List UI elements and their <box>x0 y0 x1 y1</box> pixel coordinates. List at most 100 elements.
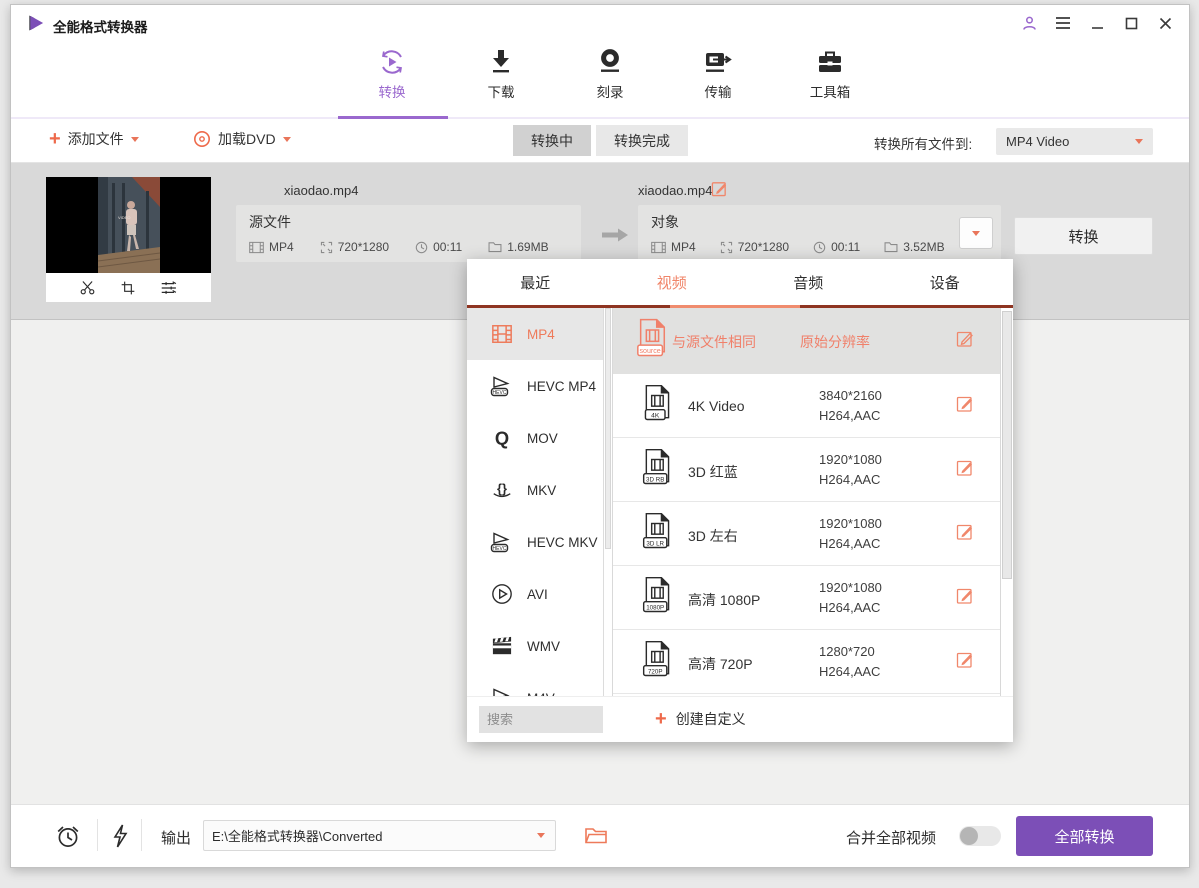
svg-text:Q: Q <box>495 427 509 448</box>
edit-preset-icon[interactable] <box>956 330 974 353</box>
trim-scissors-icon[interactable] <box>79 279 96 296</box>
edit-preset-icon[interactable] <box>956 586 974 609</box>
svg-text:720P: 720P <box>648 668 663 675</box>
transfer-icon <box>674 47 762 77</box>
tab-converted[interactable]: 转换完成 <box>596 125 688 156</box>
format-list: MP4 HEVC HEVC MP4 Q MOV {} MKV <box>467 308 613 696</box>
mkv-brackets-icon: {} <box>489 479 515 501</box>
preset-hd-1080p[interactable]: 1080P 高清 1080P 1920*1080H264,AAC <box>613 566 1000 630</box>
preset-3d-left-right[interactable]: 3D LR 3D 左右 1920*1080H264,AAC <box>613 502 1000 566</box>
dvd-icon <box>193 130 211 148</box>
format-item-wmv[interactable]: WMV <box>467 620 612 672</box>
crop-icon[interactable] <box>120 280 136 296</box>
divider <box>97 819 98 851</box>
preset-list: source 与源文件相同 原始分辨率 4K 4K Video 3840*216… <box>613 308 1000 696</box>
tab-converting[interactable]: 转换中 <box>513 125 591 156</box>
output-label: 输出 <box>161 827 191 848</box>
edit-preset-icon[interactable] <box>956 650 974 673</box>
output-format-select[interactable]: MP4 Video <box>996 128 1153 155</box>
target-filename: xiaodao.mp4 <box>638 183 712 198</box>
preset-3d-red-blue[interactable]: 3D RB 3D 红蓝 1920*1080H264,AAC <box>613 438 1000 502</box>
preset-list-scrollbar[interactable] <box>1000 308 1013 696</box>
format-item-mkv[interactable]: {} MKV <box>467 464 612 516</box>
format-item-hevc-mkv[interactable]: HEVC HEVC MKV <box>467 516 612 568</box>
tab-convert[interactable]: 转换 <box>348 47 436 101</box>
target-resolution: 720*1280 <box>738 240 789 254</box>
preset-4k-video[interactable]: 4K 4K Video 3840*2160H264,AAC <box>613 374 1000 438</box>
format-item-hevc-mp4[interactable]: HEVC HEVC MP4 <box>467 360 612 412</box>
target-size: 3.52MB <box>903 240 944 254</box>
preset-resolution: 1920*1080 <box>819 452 882 467</box>
maximize-button[interactable] <box>1121 13 1141 33</box>
popup-tab-audio[interactable]: 音频 <box>740 259 877 305</box>
hevc-play-icon: HEVC <box>489 530 515 554</box>
film-icon <box>651 241 666 254</box>
divider <box>141 819 142 851</box>
format-item-avi[interactable]: AVI <box>467 568 612 620</box>
tab-burn[interactable]: 刻录 <box>566 47 654 101</box>
schedule-clock-icon[interactable] <box>55 823 81 854</box>
output-path-select[interactable] <box>203 820 556 851</box>
clapperboard-icon <box>489 636 515 656</box>
tab-download[interactable]: 下载 <box>457 47 545 101</box>
adjust-sliders-icon[interactable] <box>160 280 178 296</box>
load-dvd-button[interactable]: 加载DVD <box>193 129 291 149</box>
tab-transfer[interactable]: 传输 <box>674 47 762 101</box>
resolution-icon <box>320 241 333 254</box>
bottom-bar: 输出 合并全部视频 全部转换 <box>11 804 1189 867</box>
source-duration: 00:11 <box>433 240 462 254</box>
format-list-scrollbar[interactable] <box>603 308 612 696</box>
toolbar: + 添加文件 加载DVD 转换中 转换完成 转换所有文件到: MP4 Video <box>11 119 1189 163</box>
format-item-mov[interactable]: Q MOV <box>467 412 612 464</box>
preset-resolution: 1920*1080 <box>819 516 882 531</box>
app-logo-icon <box>27 14 45 32</box>
target-format-dropdown-button[interactable] <box>959 217 993 249</box>
create-custom-button[interactable]: + 创建自定义 <box>655 709 746 729</box>
arrow-right-icon <box>601 227 629 243</box>
plus-icon: + <box>49 130 61 148</box>
close-button[interactable] <box>1155 13 1175 33</box>
svg-text:3D RB: 3D RB <box>646 476 664 483</box>
add-files-button[interactable]: + 添加文件 <box>49 129 139 149</box>
popup-active-tab-underline <box>670 305 800 308</box>
minimize-button[interactable] <box>1087 13 1107 33</box>
format-preset-popup: 最近 视频 音频 设备 MP4 HEVC HEVC MP4 <box>467 259 1013 742</box>
open-folder-icon[interactable] <box>584 825 608 850</box>
merge-all-toggle[interactable] <box>959 826 1001 846</box>
film-icon <box>249 241 264 254</box>
edit-preset-icon[interactable] <box>956 458 974 481</box>
popup-tab-recent[interactable]: 最近 <box>467 259 604 305</box>
svg-text:HEVC: HEVC <box>493 390 507 396</box>
search-input[interactable] <box>479 706 603 733</box>
preset-hd-720p[interactable]: 720P 高清 720P 1280*720H264,AAC <box>613 630 1000 694</box>
preset-codec: H264,AAC <box>819 600 880 615</box>
rename-edit-icon[interactable] <box>711 180 728 197</box>
convert-all-button[interactable]: 全部转换 <box>1016 816 1153 856</box>
preset-file-icon: 1080P <box>641 575 673 620</box>
menu-icon[interactable] <box>1053 13 1073 33</box>
preset-file-icon: 3D RB <box>641 447 673 492</box>
source-format: MP4 <box>269 240 294 254</box>
edit-preset-icon[interactable] <box>956 394 974 417</box>
output-path-input[interactable] <box>204 828 537 843</box>
chevron-down-icon <box>1135 139 1143 144</box>
preset-file-icon: 3D LR <box>641 511 673 556</box>
preset-same-as-source[interactable]: source 与源文件相同 原始分辨率 <box>613 308 1000 374</box>
convert-all-to-label: 转换所有文件到: <box>874 133 972 153</box>
burn-disc-icon <box>566 47 654 77</box>
convert-row-button[interactable]: 转换 <box>1014 217 1153 255</box>
play-circle-icon <box>489 583 515 605</box>
edit-preset-icon[interactable] <box>956 522 974 545</box>
account-icon[interactable] <box>1019 13 1039 33</box>
merge-all-label: 合并全部视频 <box>846 827 936 848</box>
format-item-mp4[interactable]: MP4 <box>467 308 612 360</box>
popup-tab-device[interactable]: 设备 <box>877 259 1014 305</box>
target-format: MP4 <box>671 240 696 254</box>
toolbox-icon <box>786 47 874 77</box>
tab-toolbox[interactable]: 工具箱 <box>786 47 874 101</box>
format-item-m4v[interactable]: M4V <box>467 672 612 696</box>
svg-text:3D LR: 3D LR <box>646 540 664 547</box>
preset-resolution: 1280*720 <box>819 644 875 659</box>
high-speed-icon[interactable] <box>110 823 130 854</box>
popup-tab-video[interactable]: 视频 <box>604 259 741 305</box>
